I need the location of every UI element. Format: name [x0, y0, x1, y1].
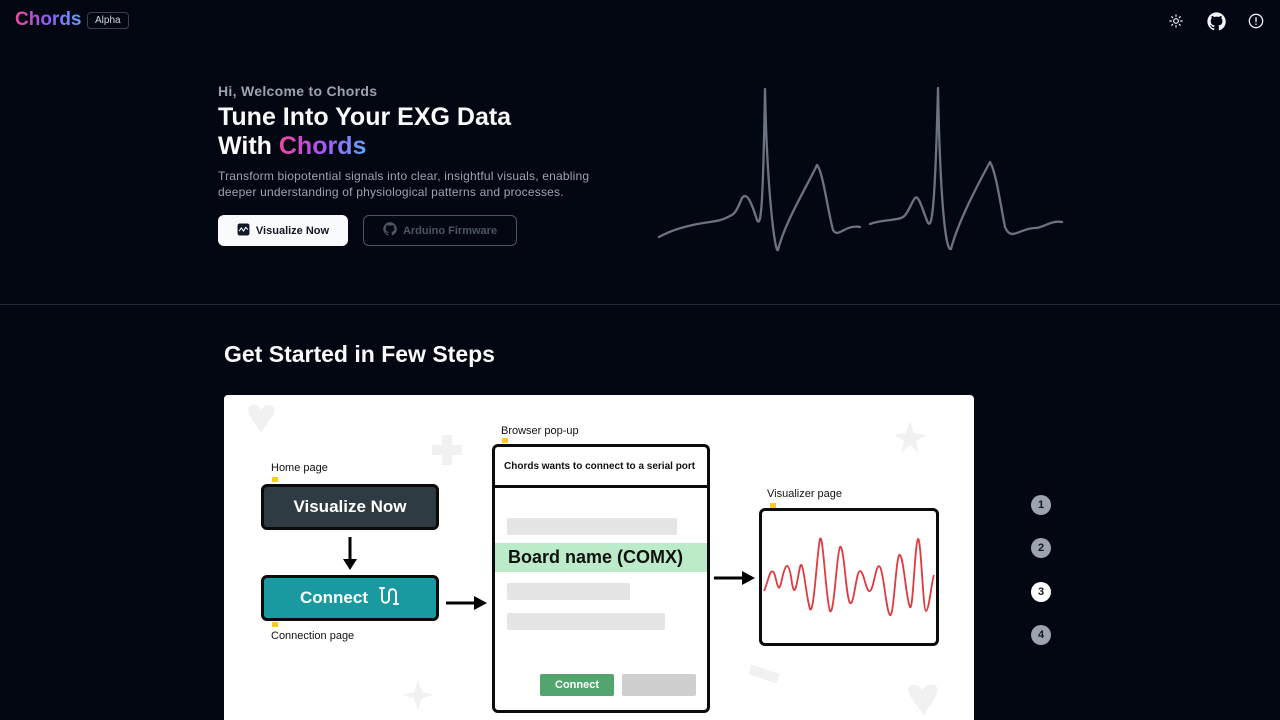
waveform-icon: [237, 223, 250, 239]
steps-title: Get Started in Few Steps: [224, 341, 495, 367]
connect-box-label: Connect: [300, 588, 368, 607]
github-icon[interactable]: [1206, 11, 1226, 31]
step-indicator-4[interactable]: 4: [1031, 625, 1051, 645]
step-indicator-1[interactable]: 1: [1031, 495, 1051, 515]
brand-logo[interactable]: Chords: [15, 9, 82, 31]
visualizer-mock: [759, 508, 939, 646]
top-nav: Chords Alpha: [0, 0, 1280, 42]
popup-connect-button: Connect: [540, 674, 614, 696]
hero-title-prefix: With: [218, 132, 279, 160]
steps-illustration-card: Home page Visualize Now Connect Connecti…: [224, 395, 974, 720]
popup-header: Chords wants to connect to a serial port: [495, 447, 707, 488]
placeholder-row: [507, 613, 665, 630]
popup-cancel-button: [622, 674, 696, 696]
step-indicator-2[interactable]: 2: [1031, 538, 1051, 558]
step-indicator-3[interactable]: 3: [1031, 582, 1051, 602]
home-page-label: Home page: [271, 462, 328, 474]
alpha-badge: Alpha: [87, 12, 129, 29]
visualizer-page-label: Visualizer page: [767, 488, 843, 500]
ecg-wave-illustration: [657, 86, 1064, 252]
arduino-firmware-button[interactable]: Arduino Firmware: [363, 215, 517, 246]
placeholder-row: [507, 583, 630, 600]
browser-popup-mock: Chords wants to connect to a serial port…: [492, 444, 710, 713]
home-visualize-now-box: Visualize Now: [261, 484, 439, 530]
label-marker: [502, 438, 508, 443]
sun-icon[interactable]: [1166, 11, 1186, 31]
label-marker: [272, 477, 278, 482]
label-marker: [272, 622, 278, 627]
placeholder-row: [507, 518, 677, 535]
visualize-now-label: Visualize Now: [255, 224, 330, 237]
hero-title-line2: With Chords: [218, 132, 511, 161]
usb-cable-icon: [378, 586, 400, 611]
signal-waveform: [763, 537, 935, 616]
hero-description: Transform biopotential signals into clea…: [218, 169, 590, 199]
connection-page-label: Connection page: [271, 630, 355, 642]
github-icon: [383, 222, 397, 239]
hero-title-line1: Tune Into Your EXG Data: [218, 103, 512, 131]
arrow-right-icon: [446, 596, 487, 610]
connect-box: Connect: [261, 575, 439, 621]
arduino-firmware-label: Arduino Firmware: [402, 224, 498, 237]
hero-title-accent: Chords: [278, 132, 367, 160]
visualize-now-button[interactable]: Visualize Now: [218, 215, 348, 246]
arrow-right-icon: [714, 571, 755, 585]
arrow-down-icon: [343, 537, 357, 570]
hero-welcome: Hi, Welcome to Chords: [218, 83, 378, 99]
board-name-row: Board name (COMX): [495, 543, 707, 572]
hero-title: Tune Into Your EXG Data With Chords: [218, 103, 511, 161]
info-icon[interactable]: [1246, 11, 1266, 31]
section-divider: [0, 304, 1280, 305]
browser-popup-label: Browser pop-up: [501, 425, 579, 437]
